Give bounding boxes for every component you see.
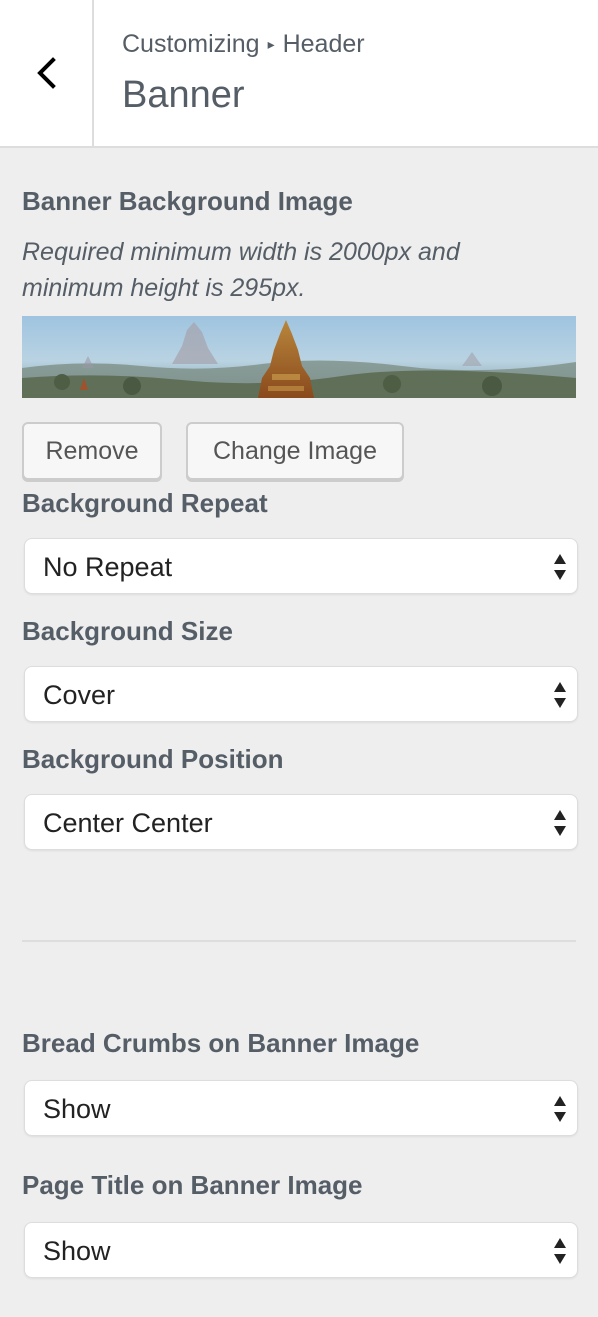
page-title-on-banner-select[interactable]: Show	[24, 1222, 578, 1278]
updown-arrows-icon	[554, 810, 566, 836]
background-position-value: Center Center	[43, 808, 213, 838]
background-repeat-label: Background Repeat	[22, 488, 268, 518]
background-size-value: Cover	[43, 680, 116, 710]
updown-arrows-icon	[554, 554, 566, 580]
breadcrumb-root: Customizing	[122, 30, 260, 58]
background-position-select[interactable]: Center Center	[24, 794, 578, 850]
background-repeat-select[interactable]: No Repeat	[24, 538, 578, 594]
updown-arrows-icon	[554, 1096, 566, 1122]
updown-arrows-icon	[554, 682, 566, 708]
customizer-header: Customizing ▸ Header Banner	[0, 0, 598, 148]
change-image-button[interactable]: Change Image	[186, 422, 404, 480]
background-size-select[interactable]: Cover	[24, 666, 578, 722]
breadcrumbs-on-banner-select[interactable]: Show	[24, 1080, 578, 1136]
section-divider	[22, 940, 576, 942]
page-title: Banner	[122, 74, 245, 116]
page-title-on-banner-label: Page Title on Banner Image	[22, 1170, 363, 1200]
updown-arrows-icon	[554, 1238, 566, 1264]
breadcrumb-section: Header	[282, 30, 365, 58]
breadcrumb: Customizing ▸ Header	[122, 30, 365, 59]
background-position-label: Background Position	[22, 744, 284, 774]
breadcrumbs-on-banner-value: Show	[43, 1094, 111, 1124]
background-repeat-value: No Repeat	[43, 552, 173, 582]
banner-image-preview	[22, 316, 576, 398]
background-size-label: Background Size	[22, 616, 233, 646]
breadcrumbs-on-banner-label: Bread Crumbs on Banner Image	[22, 1028, 420, 1058]
banner-image-label: Banner Background Image	[22, 186, 353, 216]
breadcrumb-separator-icon: ▸	[267, 36, 275, 52]
page-title-on-banner-value: Show	[43, 1236, 111, 1266]
banner-image-description: Required minimum width is 2000px and min…	[22, 238, 460, 302]
back-button[interactable]	[0, 0, 94, 146]
remove-image-button[interactable]: Remove	[22, 422, 162, 480]
chevron-left-icon	[37, 57, 56, 89]
